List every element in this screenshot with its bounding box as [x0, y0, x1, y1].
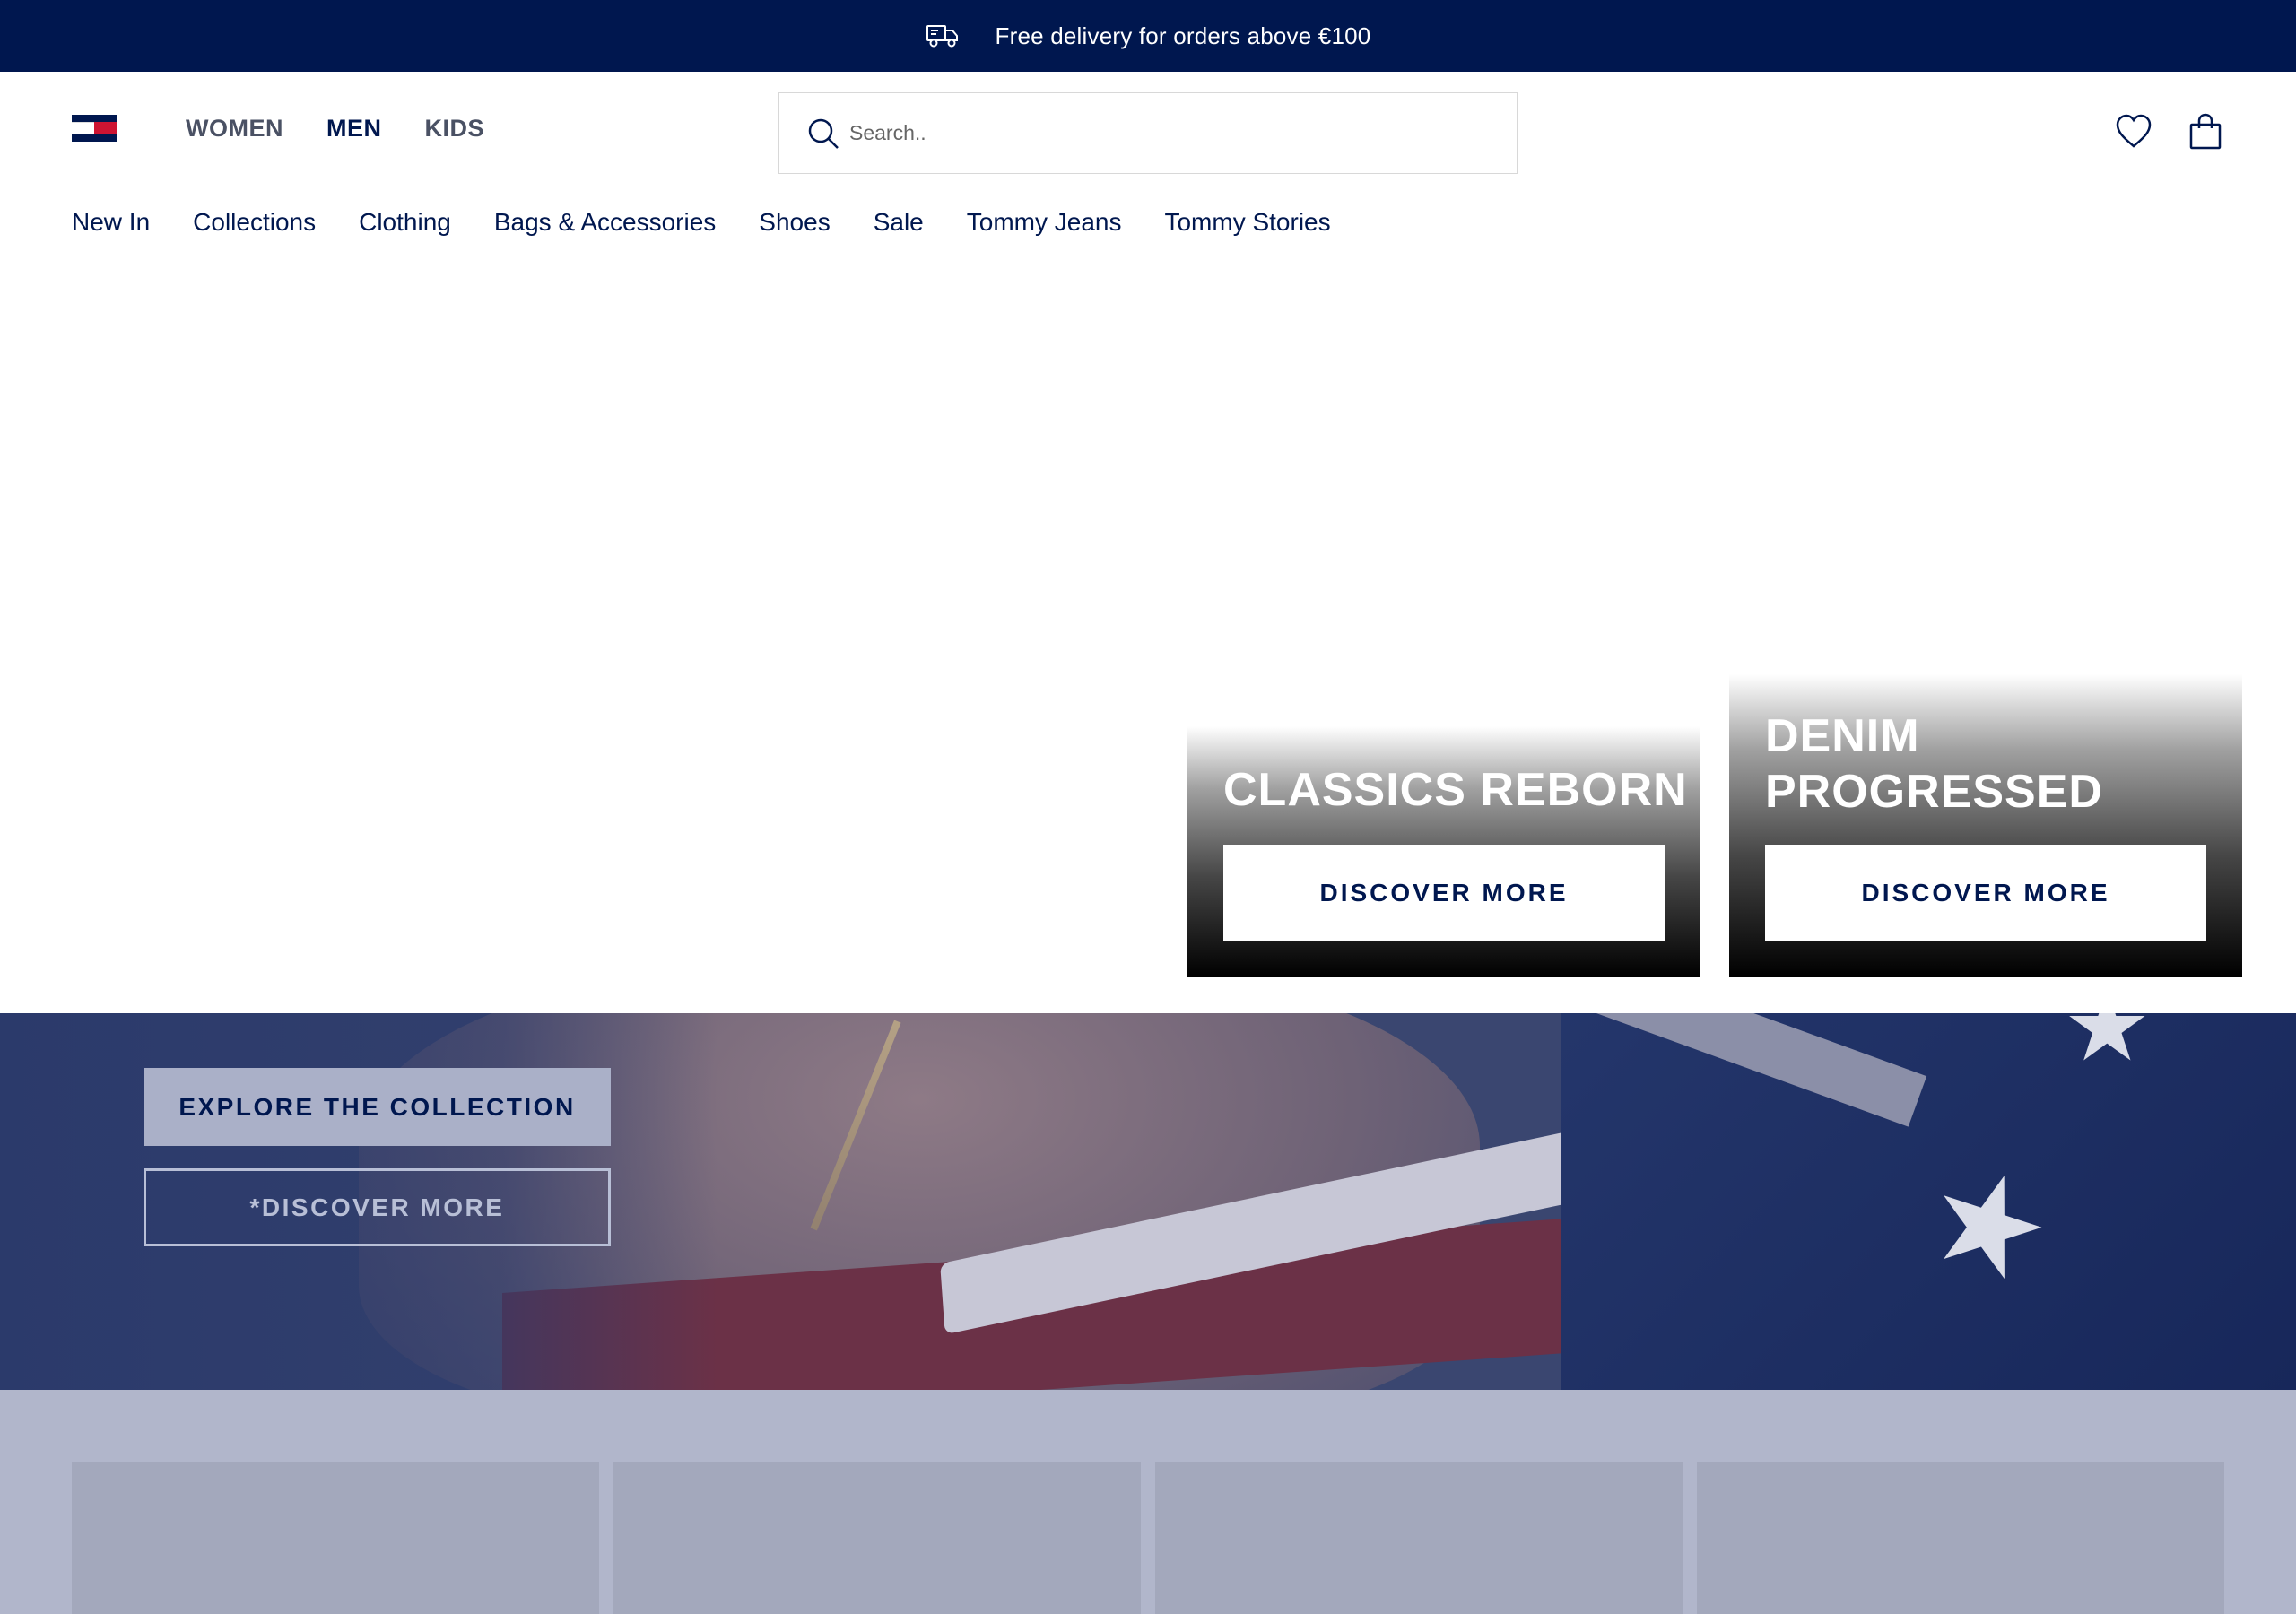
heart-icon[interactable] [2114, 112, 2153, 152]
category-collections[interactable]: Collections [193, 208, 316, 237]
category-tommy-stories[interactable]: Tommy Stories [1164, 208, 1330, 237]
promo-card-denim[interactable]: DENIM PROGRESSED DISCOVER MORE [1729, 674, 2242, 977]
discover-more-button[interactable]: DISCOVER MORE [1765, 845, 2206, 941]
shopping-bag-icon[interactable] [2186, 112, 2225, 152]
product-tile[interactable] [1155, 1462, 1683, 1614]
product-tile[interactable] [613, 1462, 1141, 1614]
card-title: CLASSICS REBORN [1223, 764, 1688, 816]
discover-more-button[interactable]: DISCOVER MORE [1223, 845, 1665, 941]
gender-nav: WOMEN MEN KIDS [186, 115, 484, 143]
product-tile[interactable] [72, 1462, 599, 1614]
category-bags-accessories[interactable]: Bags & Accessories [494, 208, 716, 237]
category-tommy-jeans[interactable]: Tommy Jeans [967, 208, 1122, 237]
search-input[interactable] [849, 121, 1477, 145]
truck-icon [926, 25, 958, 48]
category-clothing[interactable]: Clothing [359, 208, 451, 237]
brand-logo[interactable] [72, 115, 117, 145]
search-bar[interactable] [778, 92, 1518, 174]
gender-tab-men[interactable]: MEN [326, 115, 382, 143]
promo-bar: Free delivery for orders above €100 [0, 0, 2296, 72]
promo-text: Free delivery for orders above €100 [995, 22, 1371, 49]
product-tiles-section [0, 1390, 2296, 1614]
category-sale[interactable]: Sale [874, 208, 924, 237]
search-icon[interactable] [806, 117, 840, 151]
discover-more-outline-button[interactable]: *DISCOVER MORE [144, 1168, 611, 1246]
category-nav: New In Collections Clothing Bags & Acces… [72, 208, 1331, 237]
category-new-in[interactable]: New In [72, 208, 150, 237]
promo-card-classics[interactable]: CLASSICS REBORN DISCOVER MORE [1187, 726, 1700, 977]
product-tile[interactable] [1697, 1462, 2224, 1614]
explore-collection-button[interactable]: EXPLORE THE COLLECTION [144, 1068, 611, 1146]
category-shoes[interactable]: Shoes [759, 208, 830, 237]
site-header: WOMEN MEN KIDS New In Collections Clothi… [0, 72, 2296, 269]
star-icon: ★ [2063, 1013, 2152, 1081]
card-title: DENIM PROGRESSED [1765, 710, 2103, 818]
gender-tab-women[interactable]: WOMEN [186, 115, 283, 143]
gender-tab-kids[interactable]: KIDS [424, 115, 484, 143]
